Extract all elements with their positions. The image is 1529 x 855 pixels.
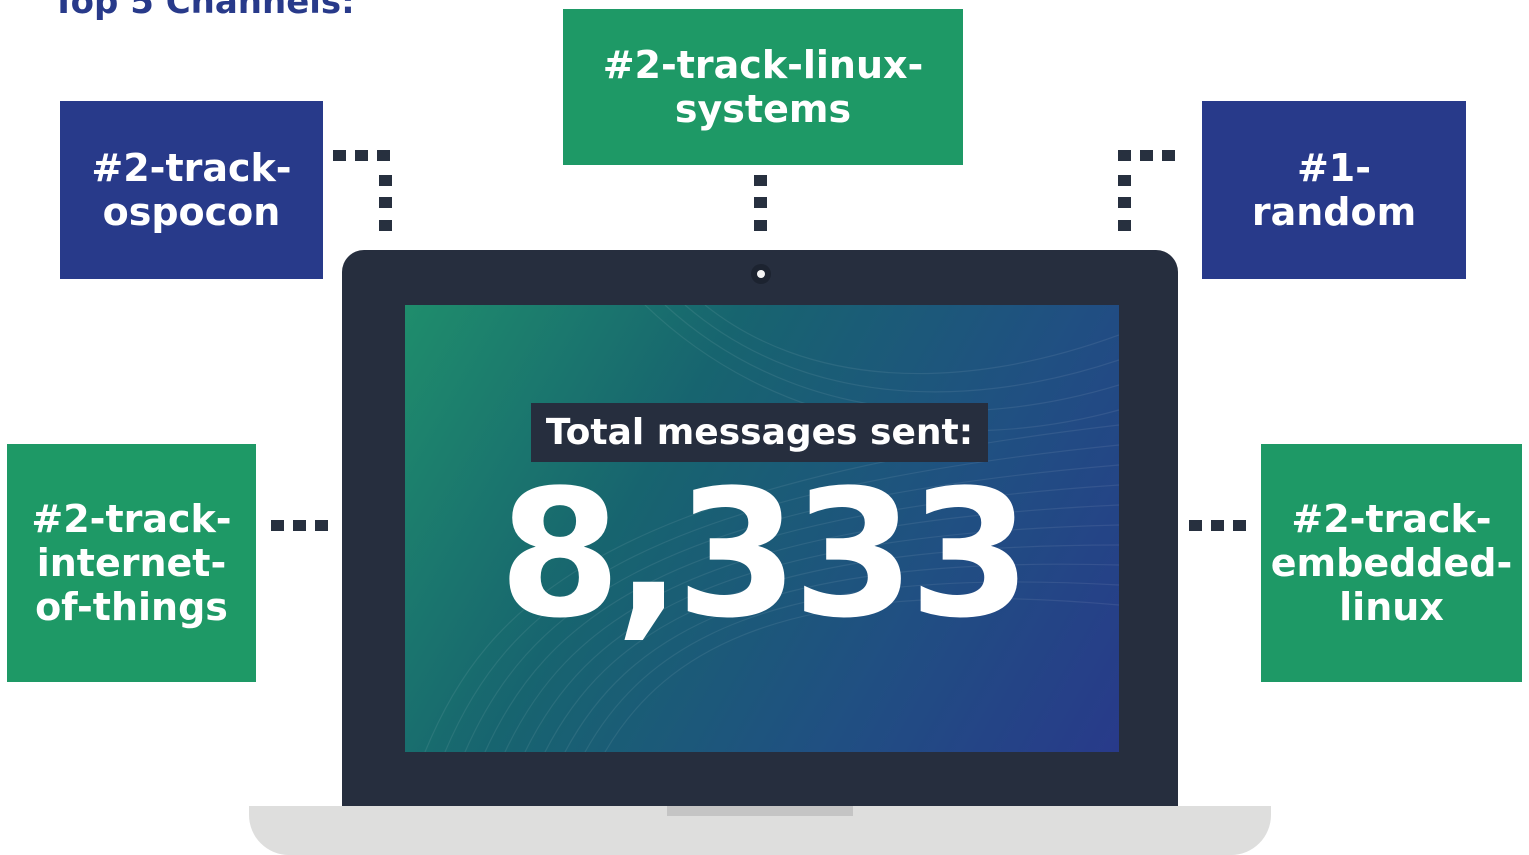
laptop-notch [667, 806, 853, 816]
total-messages-count: 8,333 [498, 452, 1032, 657]
channel-label-line: #2-track- [91, 146, 292, 190]
channel-label-line: #2-track-linux- [602, 43, 924, 87]
channel-label-line: ospocon [102, 190, 281, 234]
channel-box-embedded-linux: #2-track- embedded- linux [1261, 444, 1522, 682]
channel-box-random: #1- random [1202, 101, 1466, 279]
channel-label-line: of-things [35, 585, 228, 629]
channel-label-line: #2-track- [31, 497, 232, 541]
channel-box-linux-systems: #2-track-linux- systems [563, 9, 963, 165]
laptop-illustration: Total messages sent: 8,333 [342, 250, 1178, 810]
channel-label-line: random [1251, 190, 1417, 234]
channel-box-internet-of-things: #2-track- internet- of-things [7, 444, 256, 682]
channel-label-line: #2-track- [1291, 497, 1492, 541]
channel-label-line: embedded- [1270, 541, 1513, 585]
channel-label-line: #1- [1296, 146, 1372, 190]
laptop-base [249, 806, 1271, 855]
laptop-screen: Total messages sent: 8,333 [405, 305, 1119, 752]
channel-label-line: internet- [36, 541, 227, 585]
channel-label-line: linux [1339, 585, 1444, 629]
channel-label-line: systems [674, 87, 852, 131]
heading: Top 5 Channels: [52, 0, 355, 22]
channel-box-ospocon: #2-track- ospocon [60, 101, 323, 279]
camera-icon [751, 264, 771, 284]
